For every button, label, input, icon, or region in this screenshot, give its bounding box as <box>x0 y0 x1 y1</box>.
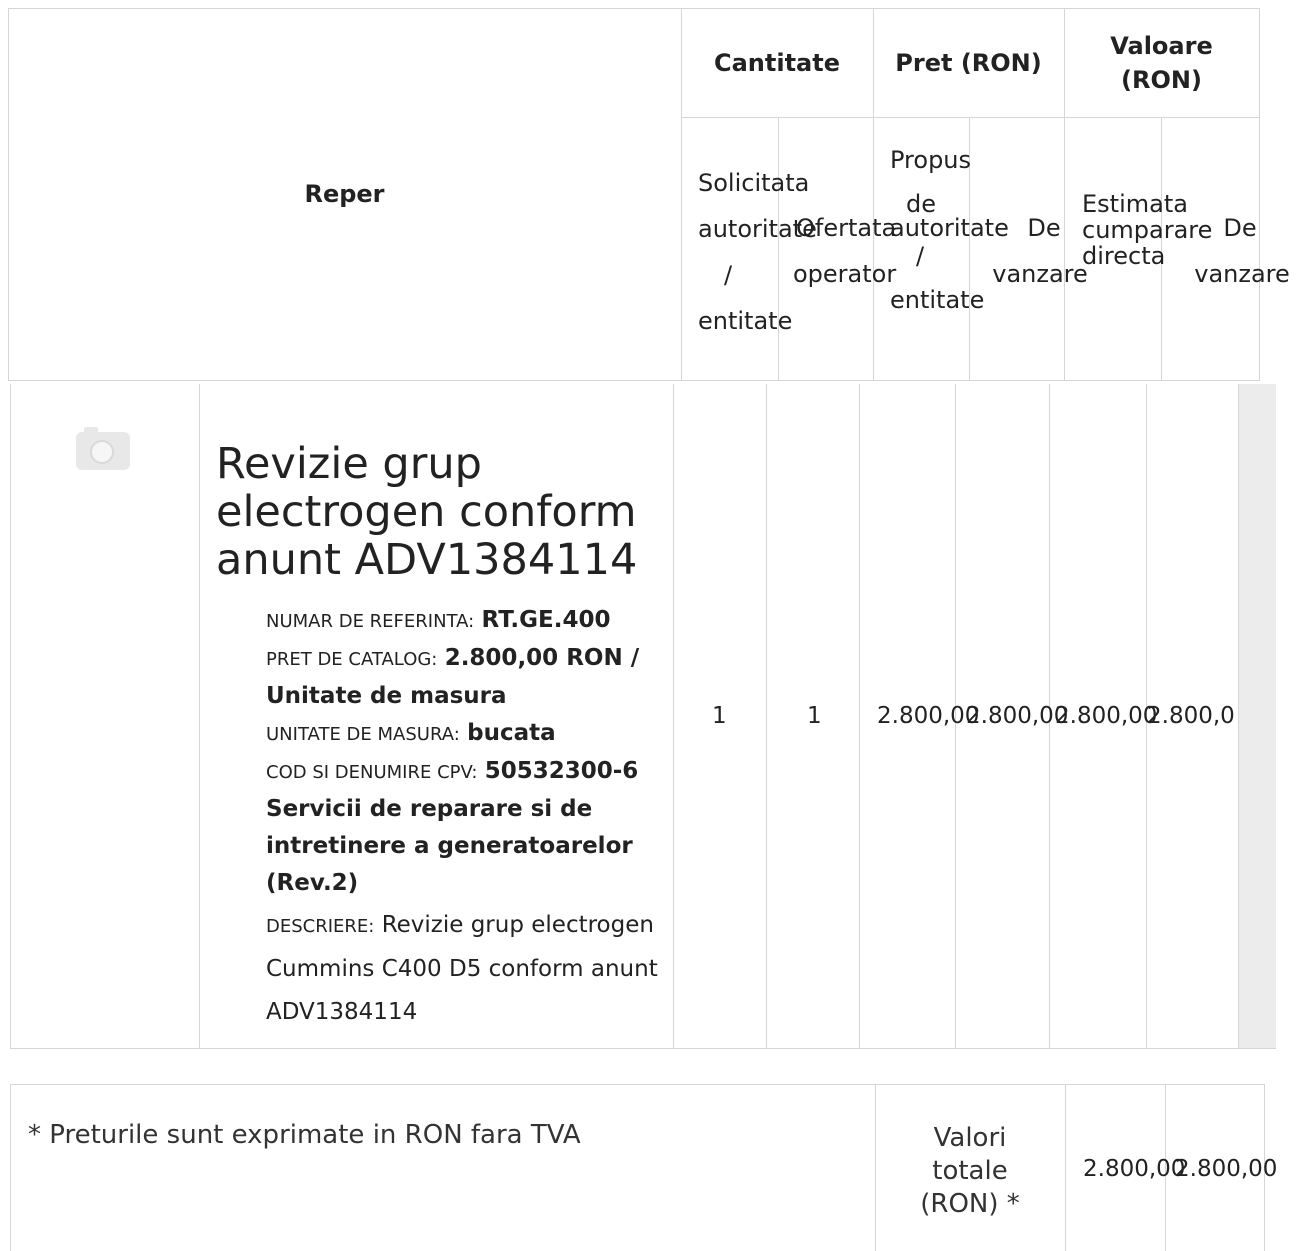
catalog-price-label: PRET DE CATALOG: <box>266 649 438 670</box>
scroll-shade <box>1238 384 1276 1049</box>
total-vanzare: 2.800,00 <box>1175 1156 1278 1182</box>
reference-label: NUMAR DE REFERINTA: <box>266 611 475 632</box>
subheader-de-vanzare: De vanzare <box>992 214 1088 288</box>
row-bottom-border <box>10 1048 1276 1049</box>
cpv-label: COD SI DENUMIRE CPV: <box>266 762 478 783</box>
column-header-cantitate: Cantitate <box>713 48 840 77</box>
footer-left-border <box>10 1084 11 1251</box>
header-divider <box>681 117 1260 118</box>
column-header-valoare: Valoare (RON) <box>1110 31 1213 94</box>
col-divider <box>673 384 674 1048</box>
item-title[interactable]: Revizie grup electrogen conform anunt AD… <box>216 440 656 584</box>
description-label: DESCRIERE: <box>266 916 375 937</box>
camera-icon <box>76 427 130 470</box>
qty-solicitata: 1 <box>712 703 727 729</box>
col-divider <box>1238 384 1239 1048</box>
price-vanzare: 2.800,00 <box>966 703 1069 729</box>
table-right-border <box>1259 8 1260 380</box>
col-divider <box>1065 1084 1066 1251</box>
value-vanzare: 2.800,0 <box>1147 703 1235 729</box>
unit-label: UNITATE DE MASURA: <box>266 724 460 745</box>
totals-label: Valori totale (RON) * <box>920 1123 1020 1219</box>
subheader-de-vanzare-2: De vanzare <box>1194 214 1290 288</box>
col-divider <box>766 384 767 1048</box>
value-estimata: 2.800,00 <box>1055 703 1158 729</box>
total-estimata: 2.800,00 <box>1083 1156 1186 1182</box>
column-header-pret: Pret (RON) <box>895 48 1042 77</box>
column-header-reper: Reper <box>304 180 385 208</box>
row-left-border <box>10 384 11 1048</box>
col-divider <box>199 384 200 1048</box>
reference-value: RT.GE.400 <box>481 607 611 633</box>
header-bottom-border <box>8 380 1260 381</box>
footer-top-border <box>10 1084 1265 1085</box>
price-propus: 2.800,00 <box>877 703 980 729</box>
qty-ofertata: 1 <box>807 703 822 729</box>
item-details: NUMAR DE REFERINTA: RT.GE.400 PRET DE CA… <box>266 602 658 1034</box>
col-divider <box>859 384 860 1048</box>
price-footnote: * Preturile sunt exprimate in RON fara T… <box>28 1120 581 1150</box>
unit-value: bucata <box>467 720 556 746</box>
col-divider <box>875 1084 876 1251</box>
